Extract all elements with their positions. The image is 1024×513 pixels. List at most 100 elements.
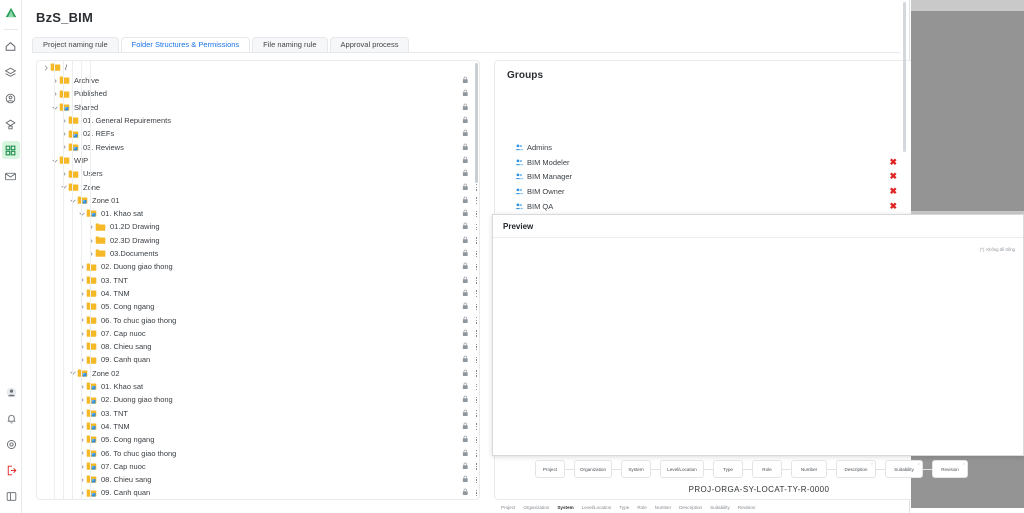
- preview-subtab-suitability[interactable]: Suitability: [710, 505, 730, 511]
- preview-subtab-level-location[interactable]: Level/Location: [582, 505, 612, 511]
- tab-project-naming-rule[interactable]: Project naming rule: [32, 36, 119, 52]
- lock-icon[interactable]: [462, 89, 469, 99]
- tree-row[interactable]: 03. TNT: [37, 407, 479, 420]
- group-row[interactable]: BIM Modeler ✖: [515, 156, 907, 170]
- lock-icon[interactable]: [462, 316, 469, 326]
- tree-row[interactable]: Zone 01: [37, 194, 479, 207]
- lock-icon[interactable]: [462, 183, 469, 193]
- tree-row[interactable]: WIP: [37, 154, 479, 167]
- tab-approval-process[interactable]: Approval process: [329, 36, 410, 52]
- more-options-icon[interactable]: [475, 250, 477, 258]
- naming-chip[interactable]: Revision ×: [932, 460, 968, 478]
- more-options-icon[interactable]: [475, 184, 477, 191]
- more-options-icon[interactable]: [475, 277, 477, 284]
- bell-icon[interactable]: [2, 409, 20, 427]
- naming-chip[interactable]: Description ×: [836, 460, 876, 478]
- naming-chip[interactable]: Organization: [574, 460, 612, 478]
- tree-row[interactable]: 01. Khao sat: [37, 380, 479, 393]
- chip-remove-icon[interactable]: ×: [871, 462, 873, 466]
- more-options-icon[interactable]: [475, 449, 477, 457]
- tree-row[interactable]: Users: [37, 167, 479, 180]
- lock-icon[interactable]: [462, 462, 469, 472]
- remove-group-icon[interactable]: ✖: [889, 156, 897, 170]
- tree-row[interactable]: 02. REFs: [37, 127, 479, 140]
- page-scrollbar[interactable]: [903, 2, 906, 152]
- tree-row[interactable]: 04. TNM: [37, 420, 479, 433]
- lock-icon[interactable]: [462, 488, 469, 498]
- preview-subtab-role[interactable]: Role: [637, 505, 646, 511]
- lock-icon[interactable]: [462, 196, 469, 206]
- lock-icon[interactable]: [462, 129, 469, 139]
- preview-subtab-organization[interactable]: Organization: [523, 505, 549, 511]
- hierarchy-icon[interactable]: [2, 115, 20, 133]
- naming-chip[interactable]: Project: [535, 460, 565, 478]
- lock-icon[interactable]: [462, 409, 469, 419]
- preview-subtab-revision[interactable]: Revision: [738, 505, 756, 511]
- more-options-icon[interactable]: [475, 263, 477, 271]
- tab-file-naming-rule[interactable]: File naming rule: [252, 36, 328, 52]
- remove-group-icon[interactable]: ✖: [889, 199, 897, 213]
- tree-row[interactable]: 03.Documents: [37, 247, 479, 260]
- tree-row[interactable]: 02. Duong giao thong: [37, 260, 479, 273]
- tree-row[interactable]: Archive: [37, 74, 479, 87]
- lock-icon[interactable]: [462, 289, 469, 299]
- more-options-icon[interactable]: [475, 476, 477, 484]
- tree-row[interactable]: Published: [37, 88, 479, 101]
- more-options-icon[interactable]: [475, 410, 477, 417]
- chevron-right-icon[interactable]: [41, 64, 50, 71]
- more-options-icon[interactable]: [475, 343, 477, 351]
- group-row[interactable]: BIM QA ✖: [515, 199, 907, 213]
- more-options-icon[interactable]: [475, 356, 477, 364]
- avatar[interactable]: [2, 383, 20, 401]
- lock-icon[interactable]: [462, 249, 469, 259]
- tree-row[interactable]: 01. General Repuirements: [37, 114, 479, 127]
- remove-group-icon[interactable]: ✖: [889, 170, 897, 184]
- more-options-icon[interactable]: [475, 463, 477, 470]
- group-row[interactable]: BIM Owner ✖: [515, 185, 907, 199]
- tree-row[interactable]: 06. To chuc giao thong: [37, 314, 479, 327]
- lock-icon[interactable]: [462, 276, 469, 286]
- more-options-icon[interactable]: [475, 210, 477, 218]
- tab-folder-structures-permissions[interactable]: Folder Structures & Permissions: [120, 36, 251, 52]
- more-options-icon[interactable]: [475, 303, 477, 311]
- gear-icon[interactable]: [2, 435, 20, 453]
- naming-chip[interactable]: Number: [791, 460, 827, 478]
- tree-row[interactable]: 07. Cap nuoc: [37, 460, 479, 473]
- preview-subtab-number[interactable]: Number: [655, 505, 671, 511]
- lock-icon[interactable]: [462, 382, 469, 392]
- user-circle-icon[interactable]: [2, 89, 20, 107]
- tree-row[interactable]: 08. Chieu sang: [37, 340, 479, 353]
- lock-icon[interactable]: [462, 169, 469, 179]
- tree-row[interactable]: 05. Cong ngang: [37, 433, 479, 446]
- lock-icon[interactable]: [462, 76, 469, 86]
- tree-row[interactable]: 07. Cap nuoc: [37, 327, 479, 340]
- more-options-icon[interactable]: [475, 370, 477, 377]
- lock-icon[interactable]: [462, 236, 469, 246]
- lock-icon[interactable]: [462, 422, 469, 432]
- lock-icon[interactable]: [462, 116, 469, 126]
- more-options-icon[interactable]: [475, 330, 477, 337]
- preview-subtab-description[interactable]: Description: [679, 505, 702, 511]
- lock-icon[interactable]: [462, 302, 469, 312]
- tree-row[interactable]: 01. Khao sat: [37, 207, 479, 220]
- lock-icon[interactable]: [462, 355, 469, 365]
- more-options-icon[interactable]: [475, 223, 477, 231]
- logout-icon[interactable]: [2, 461, 20, 479]
- more-options-icon[interactable]: [475, 423, 477, 430]
- lock-icon[interactable]: [462, 156, 469, 166]
- tree-row[interactable]: 05. Cong ngang: [37, 300, 479, 313]
- lock-icon[interactable]: [462, 222, 469, 232]
- tree-row[interactable]: 08. Chieu sang: [37, 473, 479, 486]
- tree-row[interactable]: Zone: [37, 181, 479, 194]
- grid-apps-icon[interactable]: [1, 141, 20, 159]
- naming-chip[interactable]: Role: [752, 460, 782, 478]
- tree-row[interactable]: Zone 02: [37, 367, 479, 380]
- lock-icon[interactable]: [462, 143, 469, 153]
- more-options-icon[interactable]: [475, 383, 477, 391]
- group-row[interactable]: BIM Manager ✖: [515, 170, 907, 184]
- lock-icon[interactable]: [462, 369, 469, 379]
- lock-icon[interactable]: [462, 103, 469, 113]
- chip-remove-icon[interactable]: ×: [963, 462, 965, 466]
- mail-icon[interactable]: [2, 167, 20, 185]
- tree-scrollbar[interactable]: [475, 63, 478, 183]
